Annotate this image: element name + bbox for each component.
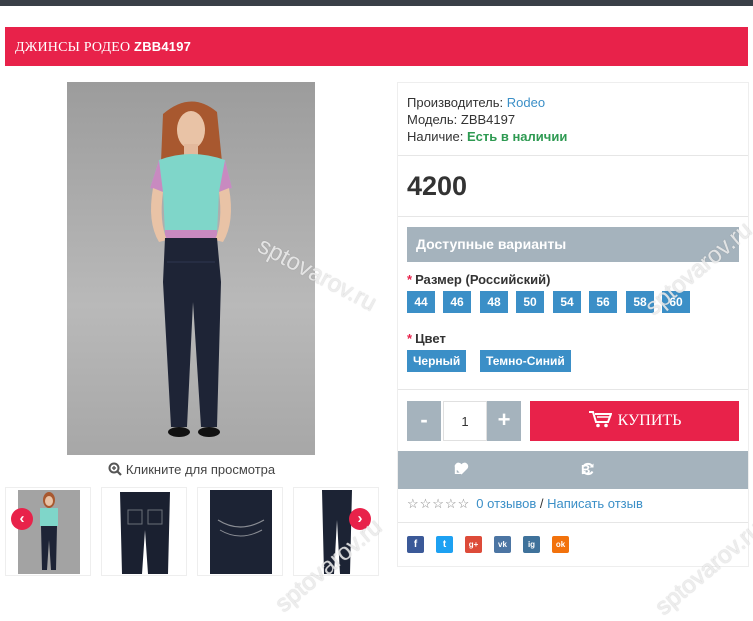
- thumbnail-image: [120, 492, 170, 574]
- twitter-icon[interactable]: t: [436, 536, 453, 553]
- zoom-icon: [108, 462, 122, 476]
- thumbnail-1[interactable]: [5, 487, 91, 576]
- availability-label: Наличие:: [407, 129, 467, 144]
- buy-button[interactable]: КУПИТЬ: [530, 401, 739, 441]
- thumbnail-3[interactable]: [197, 487, 283, 576]
- zoom-hint[interactable]: Кликните для просмотра: [5, 462, 378, 477]
- cart-icon: [588, 404, 613, 428]
- thumbnail-prev-arrow[interactable]: ‹: [11, 508, 33, 530]
- color-option-black[interactable]: Черный: [407, 350, 467, 372]
- wishlist-compare-bar: В закладки В сравнение: [398, 451, 748, 515]
- title-text: ДЖИНСЫ РОДЕО: [15, 40, 135, 55]
- availability-row: Наличие: Есть в наличии: [407, 128, 567, 145]
- model-value: ZBB4197: [460, 112, 516, 127]
- size-option-48[interactable]: 48: [480, 291, 508, 313]
- product-meta: Производитель: Rodeo Модель: ZBB4197 Нал…: [407, 94, 567, 145]
- zoom-hint-text: Кликните для просмотра: [125, 462, 276, 477]
- model-label: Модель:: [407, 112, 461, 127]
- thumbnail-image: [210, 490, 272, 574]
- product-info-panel: Производитель: Rodeo Модель: ZBB4197 Нал…: [397, 82, 749, 567]
- size-option-46[interactable]: 46: [443, 291, 471, 313]
- required-mark: *: [407, 331, 413, 346]
- quantity-decrease-button[interactable]: -: [407, 401, 441, 441]
- size-option-54[interactable]: 54: [553, 291, 581, 313]
- manufacturer-row: Производитель: Rodeo: [407, 94, 567, 111]
- manufacturer-link[interactable]: Rodeo: [507, 95, 545, 110]
- instagram-icon[interactable]: ig: [523, 536, 540, 553]
- quantity-input[interactable]: 1: [443, 401, 487, 441]
- bookmark-label: В закладки: [454, 462, 513, 515]
- size-option-56[interactable]: 56: [589, 291, 617, 313]
- divider: [398, 389, 748, 390]
- google-plus-icon[interactable]: g+: [465, 536, 482, 553]
- size-option-50[interactable]: 50: [516, 291, 544, 313]
- size-option-label: * Размер (Российский): [407, 272, 550, 287]
- product-price: 4200: [407, 171, 468, 201]
- divider: [398, 522, 748, 523]
- divider: [398, 216, 748, 217]
- page-title: ДЖИНСЫ РОДЕО ZBB4197: [5, 27, 748, 66]
- manufacturer-label: Производитель:: [407, 95, 507, 110]
- reviews-separator: /: [536, 496, 548, 511]
- thumbnail-2[interactable]: [101, 487, 187, 576]
- required-mark: *: [407, 272, 413, 287]
- color-option-label: * Цвет: [407, 331, 446, 346]
- odnoklassniki-icon[interactable]: ok: [552, 536, 569, 553]
- title-model: ZBB4197: [134, 39, 192, 54]
- write-review-link[interactable]: Написать отзыв: [547, 496, 643, 511]
- color-label-text: Цвет: [415, 331, 446, 346]
- thumbnail-image: [18, 490, 80, 574]
- rating-row: ☆☆☆☆☆ 0 отзывов / Написать отзыв: [407, 496, 643, 512]
- divider: [398, 155, 748, 156]
- top-nav-bar: [0, 0, 753, 6]
- star-rating-icon: ☆☆☆☆☆: [407, 496, 471, 511]
- compare-label: В сравнение: [581, 462, 650, 515]
- model-row: Модель: ZBB4197: [407, 111, 567, 128]
- quantity-increase-button[interactable]: +: [487, 401, 521, 441]
- size-option-44[interactable]: 44: [407, 291, 435, 313]
- variants-heading: Доступные варианты: [407, 227, 739, 262]
- reviews-count-link[interactable]: 0 отзывов: [476, 496, 536, 511]
- vk-icon[interactable]: vk: [494, 536, 511, 553]
- color-option-dark-blue[interactable]: Темно-Синий: [480, 350, 571, 372]
- facebook-icon[interactable]: f: [407, 536, 424, 553]
- buy-label: КУПИТЬ: [617, 412, 682, 429]
- size-label-text: Размер (Российский): [415, 272, 551, 287]
- availability-value: Есть в наличии: [466, 129, 568, 144]
